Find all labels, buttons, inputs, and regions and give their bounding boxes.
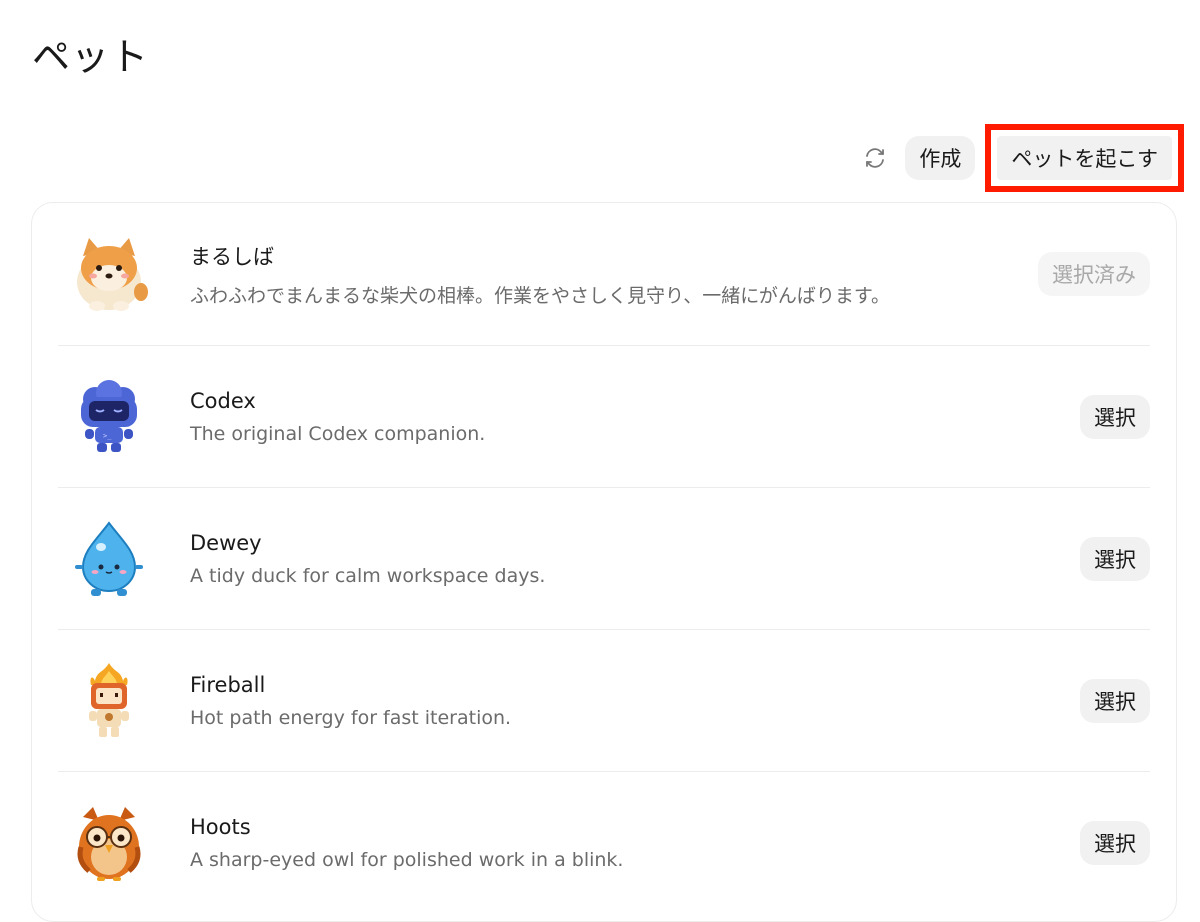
highlight-box: ペットを起こす bbox=[985, 124, 1184, 192]
pet-description: Hot path energy for fast iteration. bbox=[190, 706, 512, 729]
shiba-dog-icon bbox=[68, 233, 150, 315]
create-button[interactable]: 作成 bbox=[905, 136, 976, 180]
pet-description: ふわふわでまんまるな柴犬の相棒。作業をやさしく見守り、一緒にがんばります。 bbox=[190, 284, 890, 307]
page-title: ペット bbox=[32, 35, 150, 79]
pet-name: Dewey bbox=[190, 530, 262, 555]
list-item: まるしば ふわふわでまんまるな柴犬の相棒。作業をやさしく見守り、一緒にがんばりま… bbox=[58, 203, 1150, 345]
pet-name: まるしば bbox=[190, 244, 274, 269]
selected-button[interactable]: 選択済み bbox=[1038, 252, 1150, 296]
water-drop-icon bbox=[68, 518, 150, 600]
select-button[interactable]: 選択 bbox=[1080, 678, 1150, 723]
owl-icon bbox=[68, 802, 150, 884]
pet-list: まるしば ふわふわでまんまるな柴犬の相棒。作業をやさしく見守り、一緒にがんばりま… bbox=[31, 202, 1177, 922]
pet-description: A sharp-eyed owl for polished work in a … bbox=[190, 848, 624, 871]
pet-name: Hoots bbox=[190, 814, 251, 839]
select-button[interactable]: 選択 bbox=[1080, 394, 1150, 439]
list-item: >_ Codex The original Codex companion. 選… bbox=[58, 345, 1150, 487]
refresh-icon[interactable] bbox=[855, 138, 895, 178]
wake-pet-button[interactable]: ペットを起こす bbox=[997, 136, 1172, 180]
list-item: Dewey A tidy duck for calm workspace day… bbox=[58, 487, 1150, 629]
fire-robot-icon bbox=[68, 660, 150, 742]
svg-text:>_: >_ bbox=[103, 432, 112, 440]
pet-name: Codex bbox=[190, 388, 256, 413]
toolbar: 作成 ペットを起こす bbox=[855, 124, 1184, 192]
pet-description: The original Codex companion. bbox=[190, 422, 486, 445]
pet-description: A tidy duck for calm workspace days. bbox=[190, 564, 546, 587]
blue-cloud-robot-icon: >_ bbox=[68, 376, 150, 458]
list-item: Hoots A sharp-eyed owl for polished work… bbox=[58, 771, 1150, 913]
select-button[interactable]: 選択 bbox=[1080, 820, 1150, 865]
select-button[interactable]: 選択 bbox=[1080, 536, 1150, 581]
pet-name: Fireball bbox=[190, 672, 266, 697]
list-item: Fireball Hot path energy for fast iterat… bbox=[58, 629, 1150, 771]
